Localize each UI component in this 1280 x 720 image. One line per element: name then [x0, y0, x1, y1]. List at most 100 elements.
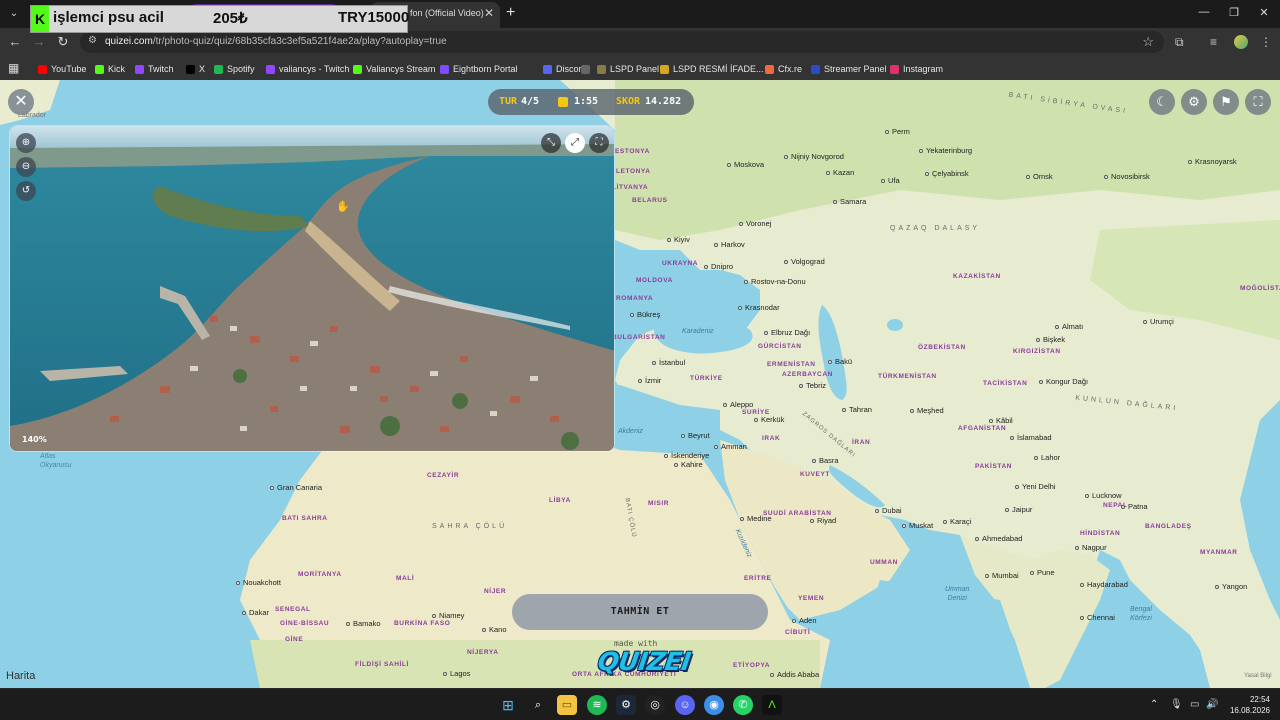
- spotify-icon[interactable]: ≋: [587, 695, 607, 715]
- windows-start-icon[interactable]: ⊞: [498, 695, 518, 715]
- country-label: BURKİNA FASO: [394, 620, 451, 627]
- city-dot-icon: [770, 673, 774, 678]
- menu-icon[interactable]: ⋮: [1260, 35, 1272, 49]
- fullscreen-icon[interactable]: ⛶: [1245, 89, 1271, 115]
- file-explorer-icon[interactable]: ▭: [557, 695, 577, 715]
- bookmark-5[interactable]: valiancys - Twitch: [266, 62, 349, 76]
- expand-photo-icon[interactable]: ⤢: [565, 133, 585, 153]
- bookmark-11[interactable]: LSPD RESMİ İFADE...: [660, 62, 764, 76]
- extensions-icon[interactable]: ⧉: [1175, 35, 1184, 50]
- search-icon[interactable]: ⌕: [528, 695, 548, 715]
- city-name: Omsk: [1033, 172, 1053, 181]
- bookmark-7[interactable]: Eightborn Portal: [440, 62, 518, 76]
- city-name: Aden: [799, 616, 817, 625]
- shrink-photo-icon[interactable]: ⤡: [541, 133, 561, 153]
- country-label: ERMENİSTAN: [767, 361, 816, 368]
- city-name: Dakar: [249, 608, 270, 617]
- back-icon[interactable]: ←: [6, 34, 24, 49]
- aerial-city-photo[interactable]: [10, 126, 615, 452]
- site-info-icon[interactable]: ⚙: [88, 35, 97, 46]
- map-attribution[interactable]: Harita: [6, 670, 35, 682]
- dark-mode-icon[interactable]: ☾: [1149, 89, 1175, 115]
- obs-icon[interactable]: ◎: [645, 695, 665, 715]
- city-name: Tebriz: [806, 381, 827, 390]
- city-dot-icon: [242, 611, 246, 616]
- new-tab-button[interactable]: +: [506, 4, 515, 22]
- network-icon[interactable]: ▭: [1190, 699, 1199, 710]
- forward-icon[interactable]: →: [30, 34, 48, 49]
- close-quiz-button[interactable]: ✕: [8, 89, 34, 115]
- whatsapp-icon[interactable]: ✆: [733, 695, 753, 715]
- country-label: YEMEN: [798, 595, 825, 602]
- city-dot-icon: [482, 628, 486, 633]
- city-name: Novosibirsk: [1111, 172, 1150, 181]
- steam-icon[interactable]: ⚙: [616, 695, 636, 715]
- country-label: BELARUS: [632, 197, 668, 204]
- close-window-button[interactable]: ✕: [1254, 6, 1274, 19]
- system-clock[interactable]: 22:54 16.08.2026: [1222, 694, 1270, 716]
- minimize-button[interactable]: —: [1194, 6, 1214, 18]
- zoom-out-icon[interactable]: ⊖: [16, 157, 36, 177]
- apps-grid-icon[interactable]: ▦: [8, 61, 19, 75]
- profile-avatar[interactable]: [1234, 35, 1248, 49]
- bookmark-12[interactable]: Cfx.re: [765, 62, 802, 76]
- twitch-icon: [135, 64, 144, 74]
- quiz-page: Labrador Atlas Okyanusu Karadeniz Akdeni…: [0, 80, 1280, 688]
- bookmark-1[interactable]: Kick: [95, 62, 125, 76]
- city-name: Lucknow: [1092, 491, 1122, 500]
- maximize-button[interactable]: ❐: [1224, 6, 1244, 19]
- country-label: NİJERYA: [467, 649, 499, 656]
- discord-icon[interactable]: ☺: [675, 695, 695, 715]
- bookmark-13[interactable]: Streamer Panel: [811, 62, 887, 76]
- bookmark-9[interactable]: [581, 62, 590, 76]
- panel-icon: [811, 64, 820, 74]
- bookmark-2[interactable]: Twitch: [135, 62, 174, 76]
- city-name: Riyad: [817, 516, 837, 525]
- label-mediterranean: Akdeniz: [618, 428, 643, 435]
- tab-search-icon[interactable]: ⌄: [6, 6, 22, 22]
- guess-button[interactable]: TAHMİN ET: [512, 594, 768, 630]
- bookmark-star-icon[interactable]: ☆: [1142, 34, 1154, 50]
- reload-icon[interactable]: ↻: [54, 34, 72, 50]
- reset-view-icon[interactable]: ↺: [16, 181, 36, 201]
- bookmark-3[interactable]: X: [186, 62, 205, 76]
- chrome-icon[interactable]: ◉: [704, 695, 724, 715]
- fullscreen-photo-icon[interactable]: ⛶: [589, 133, 609, 153]
- volume-icon[interactable]: 🔊: [1206, 699, 1218, 710]
- label-atlantic: Atlas Okyanusu: [40, 453, 72, 469]
- city-name: Karaçi: [950, 517, 972, 526]
- microphone-icon[interactable]: 🎙: [1170, 699, 1183, 710]
- city-name: Harkov: [721, 240, 745, 249]
- city-dot-icon: [1104, 175, 1108, 180]
- bookmark-10[interactable]: LSPD Panel: [597, 62, 659, 76]
- quizei-logo[interactable]: QUIZEI: [596, 647, 692, 676]
- zoom-in-icon[interactable]: ⊕: [16, 133, 36, 153]
- tray-expand-icon[interactable]: ⌃: [1150, 699, 1158, 710]
- country-label: MOLDOVA: [636, 277, 673, 284]
- city-dot-icon: [1036, 338, 1040, 343]
- instagram-icon: [890, 64, 899, 74]
- bookmark-label: Instagram: [903, 64, 944, 74]
- media-icon[interactable]: ≡: [1210, 35, 1217, 49]
- city-label: Dubai: [875, 506, 902, 515]
- bookmark-8[interactable]: Discord: [543, 62, 587, 76]
- tab-title[interactable]: fon (Official Video): [410, 8, 484, 18]
- city-label: Kazan: [826, 168, 854, 177]
- address-bar[interactable]: ⚙ quizei.com/tr/photo-quiz/quiz/68b35cfa…: [80, 31, 1164, 53]
- city-name: Lahor: [1041, 453, 1061, 462]
- report-flag-icon[interactable]: ⚑: [1213, 89, 1239, 115]
- app-icon[interactable]: Λ: [762, 695, 782, 715]
- city-name: Almatı: [1062, 322, 1084, 331]
- settings-gear-icon[interactable]: ⚙: [1181, 89, 1207, 115]
- bookmark-4[interactable]: Spotify: [214, 62, 255, 76]
- tab-close-icon[interactable]: ✕: [484, 6, 494, 20]
- city-dot-icon: [681, 434, 685, 439]
- url-text[interactable]: quizei.com/tr/photo-quiz/quiz/68b35cfa3c…: [105, 36, 447, 47]
- city-dot-icon: [842, 408, 846, 413]
- bookmark-14[interactable]: Instagram: [890, 62, 943, 76]
- legal-link[interactable]: Yasal Bilgi: [1244, 673, 1272, 679]
- city-label: Tahran: [842, 405, 872, 414]
- bookmark-6[interactable]: Valiancys Stream: [353, 62, 435, 76]
- bookmark-0[interactable]: YouTube: [38, 62, 86, 76]
- quiz-photo-panel[interactable]: ⊕ ⊖ ↺ ⤡ ⤢ ⛶ 140% ✋: [9, 125, 615, 452]
